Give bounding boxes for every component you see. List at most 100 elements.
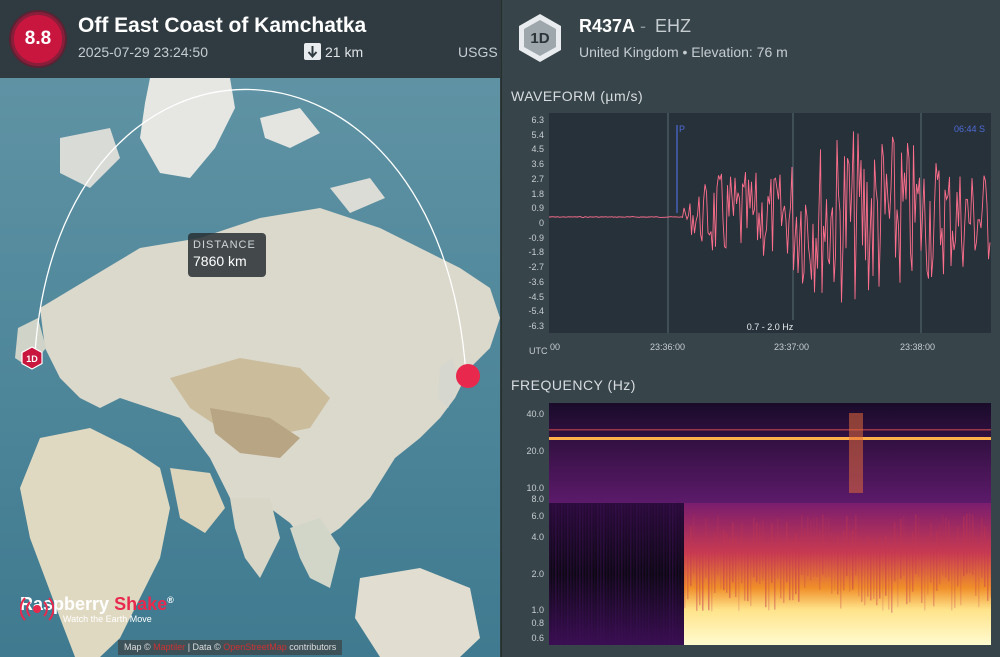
spectrogram-texture	[924, 550, 926, 611]
spectrogram-texture	[771, 522, 773, 583]
spectrogram-texture	[705, 517, 707, 578]
spectrogram-texture	[636, 503, 638, 645]
spectrogram-texture	[834, 530, 836, 591]
spectrogram-texture	[843, 530, 845, 591]
frequency-y-tick: 10.0	[526, 483, 544, 493]
spectrogram-texture	[957, 526, 959, 587]
spectrogram-texture	[753, 517, 755, 578]
spectrogram-texture	[873, 539, 875, 600]
spectrogram-texture	[669, 503, 671, 645]
spectrogram-texture	[633, 503, 635, 645]
spectrogram-texture	[564, 503, 566, 645]
spectrogram-texture	[597, 503, 599, 645]
spectrogram-texture	[819, 529, 821, 590]
shake-logo-icon	[20, 597, 54, 621]
spectrogram-texture	[885, 535, 887, 596]
station-map-marker[interactable]: 1D	[20, 346, 44, 370]
spectrogram-texture	[804, 527, 806, 588]
spectrogram-texture	[618, 503, 620, 645]
waveform-y-tick: 5.4	[531, 129, 544, 140]
event-header: 8.8 Off East Coast of Kamchatka 2025-07-…	[0, 0, 500, 78]
spectrogram-texture	[759, 523, 761, 584]
spectrogram-texture	[918, 516, 920, 577]
waveform-plot[interactable]: P 06:44 S 0.7 - 2.0 Hz	[549, 113, 991, 333]
spectrogram-texture	[555, 503, 557, 645]
waveform-x-tick-0: 00	[550, 342, 561, 352]
frequency-y-tick: 1.0	[531, 605, 544, 615]
world-map[interactable]: DISTANCE 7860 km 1D Raspberry Shake® Wat…	[0, 78, 500, 657]
magnitude-badge: 8.8	[11, 12, 65, 66]
spectrogram-texture	[687, 539, 689, 600]
event-panel: 8.8 Off East Coast of Kamchatka 2025-07-…	[0, 0, 500, 657]
p-arrival-label: P	[679, 124, 685, 134]
spectrogram-texture	[915, 514, 917, 575]
spectrogram-texture	[630, 503, 632, 645]
spectrogram-texture	[672, 503, 674, 645]
spectrogram-texture	[783, 542, 785, 603]
spectrogram-texture	[798, 541, 800, 602]
event-title: Off East Coast of Kamchatka	[78, 14, 367, 37]
spectrogram-texture	[861, 541, 863, 602]
waveform-y-tick: -1.8	[528, 247, 544, 258]
spectrogram-texture	[570, 503, 572, 645]
spectrogram-texture	[666, 503, 668, 645]
spectrogram-texture	[978, 547, 980, 608]
station-location: United Kingdom • Elevation: 76 m	[579, 44, 788, 60]
spectrogram-texture	[912, 531, 914, 592]
spectrogram-texture	[897, 547, 899, 608]
spectrogram-texture	[906, 544, 908, 605]
spectrogram-texture	[576, 503, 578, 645]
spectrogram-texture	[549, 503, 551, 645]
distance-label: DISTANCE	[193, 239, 256, 251]
spectrogram-texture	[936, 530, 938, 591]
spectrogram-texture	[846, 516, 848, 577]
spectrogram-texture	[723, 530, 725, 591]
spectrogram-texture	[921, 542, 923, 603]
spectrogram-texture	[726, 532, 728, 593]
raspberry-shake-logo: Raspberry Shake® Watch the Earth Move	[20, 594, 174, 624]
waveform-y-tick: 6.3	[531, 115, 544, 125]
spectrogram-texture	[690, 526, 692, 587]
spectrogram-texture	[579, 503, 581, 645]
spectrogram-texture	[744, 540, 746, 601]
waveform-y-tick: 3.6	[531, 159, 544, 170]
spectrogram-texture	[699, 545, 701, 606]
spectrogram-texture	[594, 503, 596, 645]
spectrogram-texture	[684, 548, 686, 609]
spectrogram-texture	[735, 536, 737, 597]
frequency-y-tick: 0.8	[531, 618, 544, 628]
spectrogram-plot[interactable]	[549, 403, 991, 645]
spectrogram-texture	[840, 548, 842, 609]
spectrogram-texture	[585, 503, 587, 645]
spectrogram-texture	[792, 540, 794, 601]
frequency-y-tick: 20.0	[526, 446, 544, 456]
waveform-y-tick: -2.7	[528, 262, 544, 273]
attribution-link-osm[interactable]: OpenStreetMap	[223, 642, 287, 652]
distance-value: 7860 km	[193, 253, 247, 269]
spectrogram-texture	[591, 503, 593, 645]
spectrogram-texture	[675, 503, 677, 645]
waveform-graphic: P 06:44 S 0.7 - 2.0 Hz	[549, 113, 991, 333]
waveform-y-tick: 4.5	[531, 144, 544, 155]
spectrogram-texture	[948, 521, 950, 582]
spectrogram-texture	[654, 503, 656, 645]
spectrogram-texture	[573, 503, 575, 645]
waveform-y-tick: 0	[538, 218, 544, 228]
spectrogram-texture	[927, 535, 929, 596]
spectrogram-texture	[777, 518, 779, 579]
attribution-text-b: | Data ©	[187, 642, 221, 652]
spectrogram-texture	[825, 517, 827, 578]
spectrogram-texture	[678, 503, 680, 645]
spectrogram-texture	[903, 515, 905, 576]
spectrogram-texture	[588, 503, 590, 645]
epicenter-marker[interactable]	[456, 364, 480, 388]
spectrogram-texture	[657, 503, 659, 645]
logo-name-b: Shake	[114, 594, 168, 614]
spectrogram-texture	[813, 516, 815, 577]
frequency-y-tick: 40.0	[526, 409, 544, 419]
logo-tagline: Watch the Earth Move	[63, 614, 152, 624]
spectrogram-texture	[789, 540, 791, 601]
attribution-link-maptiler[interactable]: Maptiler	[153, 642, 185, 652]
waveform-y-tick: 1.8	[531, 188, 544, 199]
spectrogram-texture	[765, 547, 767, 608]
